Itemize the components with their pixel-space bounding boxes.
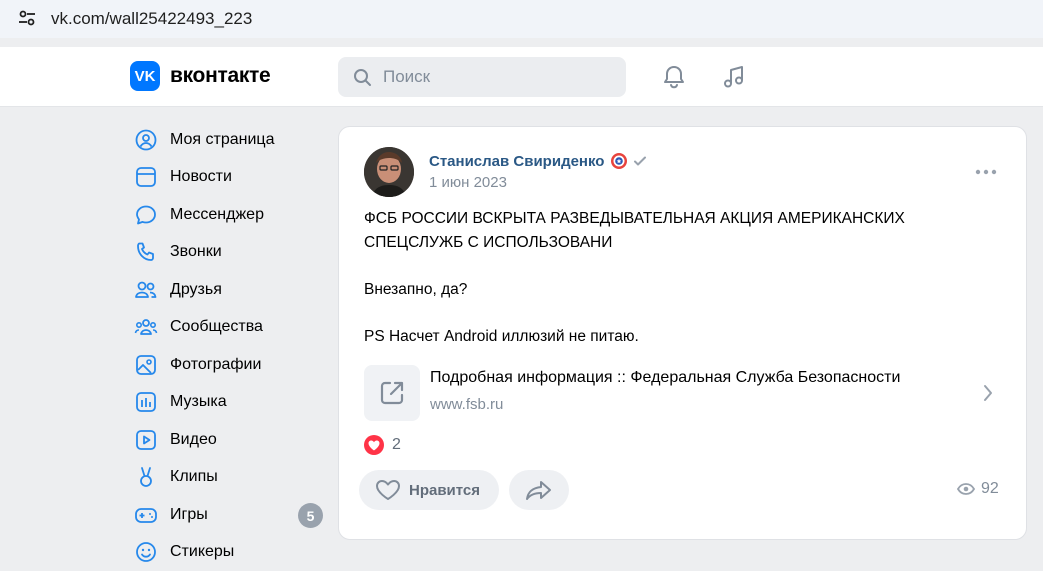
post-text: ФСБ РОССИИ ВСКРЫТА РАЗВЕДЫВАТЕЛЬНАЯ АКЦИ…	[364, 207, 964, 349]
link-attachment[interactable]: Подробная информация :: Федеральная Служ…	[364, 365, 1004, 423]
site-settings-icon[interactable]	[17, 8, 37, 28]
sidebar-item-video[interactable]: Видео	[132, 421, 327, 459]
share-arrow-icon	[526, 481, 551, 500]
sidebar-item-label: Фотографии	[170, 355, 262, 373]
sidebar-item-label: Мессенджер	[170, 205, 264, 223]
verified-check-icon	[634, 156, 647, 166]
post-text-line: СПЕЦСЛУЖБ С ИСПОЛЬЗОВАНИ	[364, 234, 613, 251]
clips-icon	[134, 465, 158, 489]
sidebar-item-my-page[interactable]: Моя страница	[132, 121, 327, 159]
sidebar-item-photos[interactable]: Фотографии	[132, 346, 327, 384]
sidebar-item-friends[interactable]: Друзья	[132, 271, 327, 309]
gamepad-icon	[134, 503, 158, 527]
games-counter-badge: 5	[298, 503, 323, 528]
post-text-line: ФСБ РОССИИ ВСКРЫТА РАЗВЕДЫВАТЕЛЬНАЯ АКЦИ…	[364, 210, 905, 227]
search-icon	[354, 69, 371, 86]
sidebar-item-label: Друзья	[170, 280, 222, 298]
music-icon	[134, 390, 158, 414]
search-input[interactable]	[383, 57, 613, 97]
link-domain: www.fsb.ru	[430, 396, 504, 413]
news-icon	[134, 165, 158, 189]
sidebar-item-calls[interactable]: Звонки	[132, 234, 327, 272]
sidebar-item-label: Видео	[170, 430, 217, 448]
wall-post: Станислав Свириденко 1 июн 2023 ФСБ РОСС…	[338, 126, 1027, 540]
address-url[interactable]: vk.com/wall25422493_223	[51, 9, 252, 29]
reactions-count: 2	[392, 436, 401, 453]
sidebar-item-label: Моя страница	[170, 130, 275, 148]
phone-icon	[134, 240, 158, 264]
author-avatar[interactable]	[364, 147, 414, 197]
chevron-right-icon	[984, 385, 992, 401]
post-author[interactable]: Станислав Свириденко	[429, 152, 647, 170]
search-box[interactable]	[338, 57, 626, 97]
sidebar-item-label: Клипы	[170, 468, 218, 486]
communities-icon	[134, 315, 158, 339]
vk-logo-icon: VK	[130, 61, 160, 91]
heart-outline-icon	[376, 480, 400, 500]
sidebar-item-label: Сообщества	[170, 318, 263, 336]
sidebar-item-news[interactable]: Новости	[132, 159, 327, 197]
friends-icon	[134, 278, 158, 302]
sidebar-item-communities[interactable]: Сообщества	[132, 309, 327, 347]
external-link-icon	[364, 365, 420, 421]
sidebar-item-clips[interactable]: Клипы	[132, 459, 327, 497]
eye-icon	[957, 483, 975, 495]
smile-icon	[134, 540, 158, 564]
user-circle-icon	[134, 128, 158, 152]
captain-shield-emoji-icon	[611, 153, 628, 169]
video-icon	[134, 428, 158, 452]
message-icon	[134, 203, 158, 227]
sidebar-item-games[interactable]: Игры 5	[132, 496, 327, 534]
browser-address-bar: vk.com/wall25422493_223	[0, 0, 1043, 38]
sidebar-item-label: Стикеры	[170, 543, 235, 561]
post-text-line: Внезапно, да?	[364, 281, 468, 298]
sidebar-item-label: Новости	[170, 168, 232, 186]
sidebar-item-stickers[interactable]: Стикеры	[132, 534, 327, 571]
vk-logo[interactable]: VK вконтакте	[130, 61, 271, 91]
sidebar-item-label: Звонки	[170, 243, 222, 261]
site-header: VK вконтакте	[0, 47, 1043, 107]
sidebar-item-label: Музыка	[170, 393, 227, 411]
logo-text: вконтакте	[170, 64, 271, 87]
post-date[interactable]: 1 июн 2023	[429, 174, 507, 191]
share-button[interactable]	[509, 470, 569, 510]
reactions-summary[interactable]: 2	[364, 435, 401, 455]
link-title[interactable]: Подробная информация :: Федеральная Служ…	[430, 369, 900, 387]
music-note-icon[interactable]	[720, 63, 748, 91]
sidebar-item-messenger[interactable]: Мессенджер	[132, 196, 327, 234]
views-counter: 92	[957, 480, 999, 498]
sidebar-item-label: Игры	[170, 505, 208, 523]
left-sidebar: Моя страница Новости Мессенджер Звонки Д…	[132, 121, 327, 571]
more-options-icon[interactable]	[974, 167, 998, 177]
bell-icon[interactable]	[660, 63, 688, 91]
like-label: Нравится	[409, 481, 481, 499]
views-count: 92	[981, 480, 999, 497]
like-button[interactable]: Нравится	[359, 470, 499, 510]
sidebar-item-music[interactable]: Музыка	[132, 384, 327, 422]
post-text-line: PS Насчет Android иллюзий не питаю.	[364, 328, 639, 345]
photo-icon	[134, 353, 158, 377]
author-name[interactable]: Станислав Свириденко	[429, 153, 604, 170]
heart-reaction-icon	[364, 435, 384, 455]
